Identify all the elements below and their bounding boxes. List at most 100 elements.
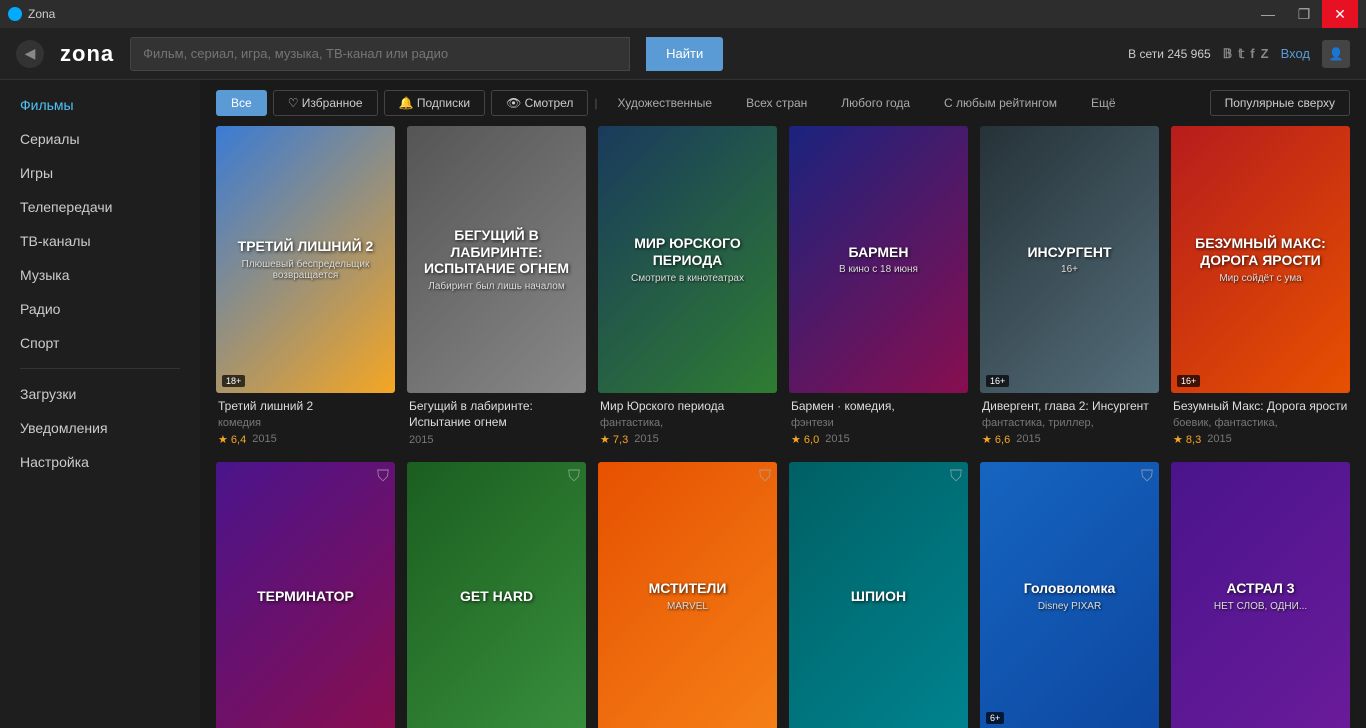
filter-country[interactable]: Всех стран xyxy=(732,91,821,115)
movie-poster-10: ШПИОН ⛉ xyxy=(789,462,968,728)
bookmark-icon-10[interactable]: ⛉ xyxy=(950,468,962,486)
movie-year-1: 2015 xyxy=(252,433,276,445)
sidebar-item-tv-channels[interactable]: ТВ-каналы xyxy=(0,224,200,258)
social-icon-z[interactable]: Z xyxy=(1261,46,1269,61)
movie-card-6[interactable]: БЕЗУМНЫЙ МАКС: ДОРОГА ЯРОСТИ Мир сойдёт … xyxy=(1171,126,1350,450)
minimize-button[interactable]: — xyxy=(1250,0,1286,28)
filter-more[interactable]: Ещё xyxy=(1077,91,1130,115)
sidebar-item-serials[interactable]: Сериалы xyxy=(0,122,200,156)
movie-poster-1: ТРЕТИЙ ЛИШНИЙ 2 Плюшевый беспредельщик в… xyxy=(216,126,395,393)
social-icon-b[interactable]: 𝔹 xyxy=(1223,46,1233,62)
header: ◀ zona Найти В сети 245 965 𝔹 𝕥 f Z Вход… xyxy=(0,28,1366,80)
movie-year-3: 2015 xyxy=(634,433,658,445)
login-button[interactable]: Вход xyxy=(1281,46,1310,61)
poster-overlay-1: ТРЕТИЙ ЛИШНИЙ 2 Плюшевый беспредельщик в… xyxy=(216,126,395,393)
movie-info-5: Дивергент, глава 2: Инсургент фантастика… xyxy=(980,393,1159,450)
poster-overlay-2: БЕГУЩИЙ В ЛАБИРИНТЕ: ИСПЫТАНИЕ ОГНЕМ Лаб… xyxy=(407,126,586,393)
filter-bar: Все ♡ Избранное 🔔 Подписки 👁 Смотрел | Х… xyxy=(200,80,1366,126)
sidebar-item-music[interactable]: Музыка xyxy=(0,258,200,292)
age-badge-11: 6+ xyxy=(986,712,1004,724)
sort-button[interactable]: Популярные сверху xyxy=(1210,90,1350,116)
poster-sub-9: MARVEL xyxy=(667,601,708,612)
movie-rating-5: ★ 6,6 xyxy=(982,433,1010,446)
bookmark-icon-11[interactable]: ⛉ xyxy=(1141,468,1153,486)
movie-meta-2: 2015 xyxy=(409,434,584,446)
poster-overlay-9: МСТИТЕЛИ MARVEL xyxy=(598,462,777,728)
social-icon-t[interactable]: 𝕥 xyxy=(1238,46,1244,62)
movie-genre-3: фантастика, xyxy=(600,417,775,429)
movie-poster-9: МСТИТЕЛИ MARVEL ⛉ xyxy=(598,462,777,728)
sidebar-item-radio[interactable]: Радио xyxy=(0,292,200,326)
movie-info-2: Бегущий в лабиринте: Испытание огнем 201… xyxy=(407,393,586,450)
sidebar-item-tv-shows[interactable]: Телепередачи xyxy=(0,190,200,224)
filter-watched[interactable]: 👁 Смотрел xyxy=(491,90,588,116)
sidebar-item-films[interactable]: Фильмы xyxy=(0,88,200,122)
search-button[interactable]: Найти xyxy=(646,37,723,71)
poster-sub-1: Плюшевый беспредельщик возвращается xyxy=(224,259,387,281)
movie-year-2: 2015 xyxy=(409,434,433,446)
sidebar-item-settings[interactable]: Настройка xyxy=(0,445,200,479)
sidebar-item-downloads[interactable]: Загрузки xyxy=(0,377,200,411)
filter-year[interactable]: Любого года xyxy=(827,91,924,115)
app-logo: zona xyxy=(60,41,114,67)
filter-type[interactable]: Художественные xyxy=(604,91,727,115)
movie-poster-6: БЕЗУМНЫЙ МАКС: ДОРОГА ЯРОСТИ Мир сойдёт … xyxy=(1171,126,1350,393)
poster-title-10: ШПИОН xyxy=(851,588,906,605)
movie-grid: ТРЕТИЙ ЛИШНИЙ 2 Плюшевый беспредельщик в… xyxy=(200,126,1366,728)
movie-genre-5: фантастика, триллер, xyxy=(982,417,1157,429)
filter-favorites[interactable]: ♡ Избранное xyxy=(273,90,378,116)
movie-card-8[interactable]: GET HARD ⛉ Get Hard xyxy=(407,462,586,728)
close-button[interactable]: ✕ xyxy=(1322,0,1358,28)
movie-card-2[interactable]: БЕГУЩИЙ В ЛАБИРИНТЕ: ИСПЫТАНИЕ ОГНЕМ Лаб… xyxy=(407,126,586,450)
title-bar-controls: — ❐ ✕ xyxy=(1250,0,1358,28)
poster-overlay-3: МИР ЮРСКОГО ПЕРИОДА Смотрите в кинотеатр… xyxy=(598,126,777,393)
bookmark-icon-7[interactable]: ⛉ xyxy=(377,468,389,486)
poster-overlay-7: ТЕРМИНАТОР xyxy=(216,462,395,728)
movie-poster-12: АСТРАЛ 3 НЕТ СЛОВ, ОДНИ... xyxy=(1171,462,1350,728)
movie-year-4: 2015 xyxy=(825,433,849,445)
sidebar-item-sport[interactable]: Спорт xyxy=(0,326,200,360)
movie-info-3: Мир Юрского периода фантастика, ★ 7,3 20… xyxy=(598,393,777,450)
movie-rating-3: ★ 7,3 xyxy=(600,433,628,446)
movie-card-5[interactable]: ИНСУРГЕНТ 16+ 16+ Дивергент, глава 2: Ин… xyxy=(980,126,1159,450)
movie-card-4[interactable]: БАРМЕН В кино с 18 июня Бармен · комедия… xyxy=(789,126,968,450)
movie-card-9[interactable]: МСТИТЕЛИ MARVEL ⛉ Мстители xyxy=(598,462,777,728)
poster-title-5: ИНСУРГЕНТ xyxy=(1027,244,1111,261)
movie-meta-4: ★ 6,0 2015 xyxy=(791,433,966,446)
movie-rating-1: ★ 6,4 xyxy=(218,433,246,446)
movie-card-3[interactable]: МИР ЮРСКОГО ПЕРИОДА Смотрите в кинотеатр… xyxy=(598,126,777,450)
sidebar-item-games[interactable]: Игры xyxy=(0,156,200,190)
sidebar-item-notifications[interactable]: Уведомления xyxy=(0,411,200,445)
poster-sub-11: Disney PIXAR xyxy=(1038,601,1101,612)
search-input[interactable] xyxy=(130,37,630,71)
filter-subscriptions[interactable]: 🔔 Подписки xyxy=(384,90,485,116)
poster-title-1: ТРЕТИЙ ЛИШНИЙ 2 xyxy=(238,238,374,255)
movie-poster-4: БАРМЕН В кино с 18 июня xyxy=(789,126,968,393)
poster-overlay-11: Головоломка Disney PIXAR xyxy=(980,462,1159,728)
poster-sub-6: Мир сойдёт с ума xyxy=(1219,273,1301,284)
movie-poster-8: GET HARD ⛉ xyxy=(407,462,586,728)
filter-all[interactable]: Все xyxy=(216,90,267,116)
back-button[interactable]: ◀ xyxy=(16,40,44,68)
poster-overlay-5: ИНСУРГЕНТ 16+ xyxy=(980,126,1159,393)
movie-rating-4: ★ 6,0 xyxy=(791,433,819,446)
user-avatar[interactable]: 👤 xyxy=(1322,40,1350,68)
movie-card-7[interactable]: ТЕРМИНАТОР ⛉ Терминатор xyxy=(216,462,395,728)
bookmark-icon-9[interactable]: ⛉ xyxy=(759,468,771,486)
movie-genre-4: фэнтези xyxy=(791,417,966,429)
social-icon-f[interactable]: f xyxy=(1250,46,1254,61)
movie-genre-1: комедия xyxy=(218,417,393,429)
poster-title-4: БАРМЕН xyxy=(849,244,909,261)
movie-title-6: Безумный Макс: Дорога ярости xyxy=(1173,399,1348,415)
movie-card-11[interactable]: Головоломка Disney PIXAR 6+ ⛉ Головоломк… xyxy=(980,462,1159,728)
maximize-button[interactable]: ❐ xyxy=(1286,0,1322,28)
movie-card-12[interactable]: АСТРАЛ 3 НЕТ СЛОВ, ОДНИ... Астрал 3 xyxy=(1171,462,1350,728)
social-icons: 𝔹 𝕥 f Z xyxy=(1223,46,1269,62)
title-bar: Zona — ❐ ✕ xyxy=(0,0,1366,28)
bookmark-icon-8[interactable]: ⛉ xyxy=(568,468,580,486)
movie-card-10[interactable]: ШПИОН ⛉ Шпион xyxy=(789,462,968,728)
filter-rating[interactable]: С любым рейтингом xyxy=(930,91,1071,115)
app-icon xyxy=(8,7,22,21)
title-bar-title: Zona xyxy=(28,7,55,21)
movie-card-1[interactable]: ТРЕТИЙ ЛИШНИЙ 2 Плюшевый беспредельщик в… xyxy=(216,126,395,450)
